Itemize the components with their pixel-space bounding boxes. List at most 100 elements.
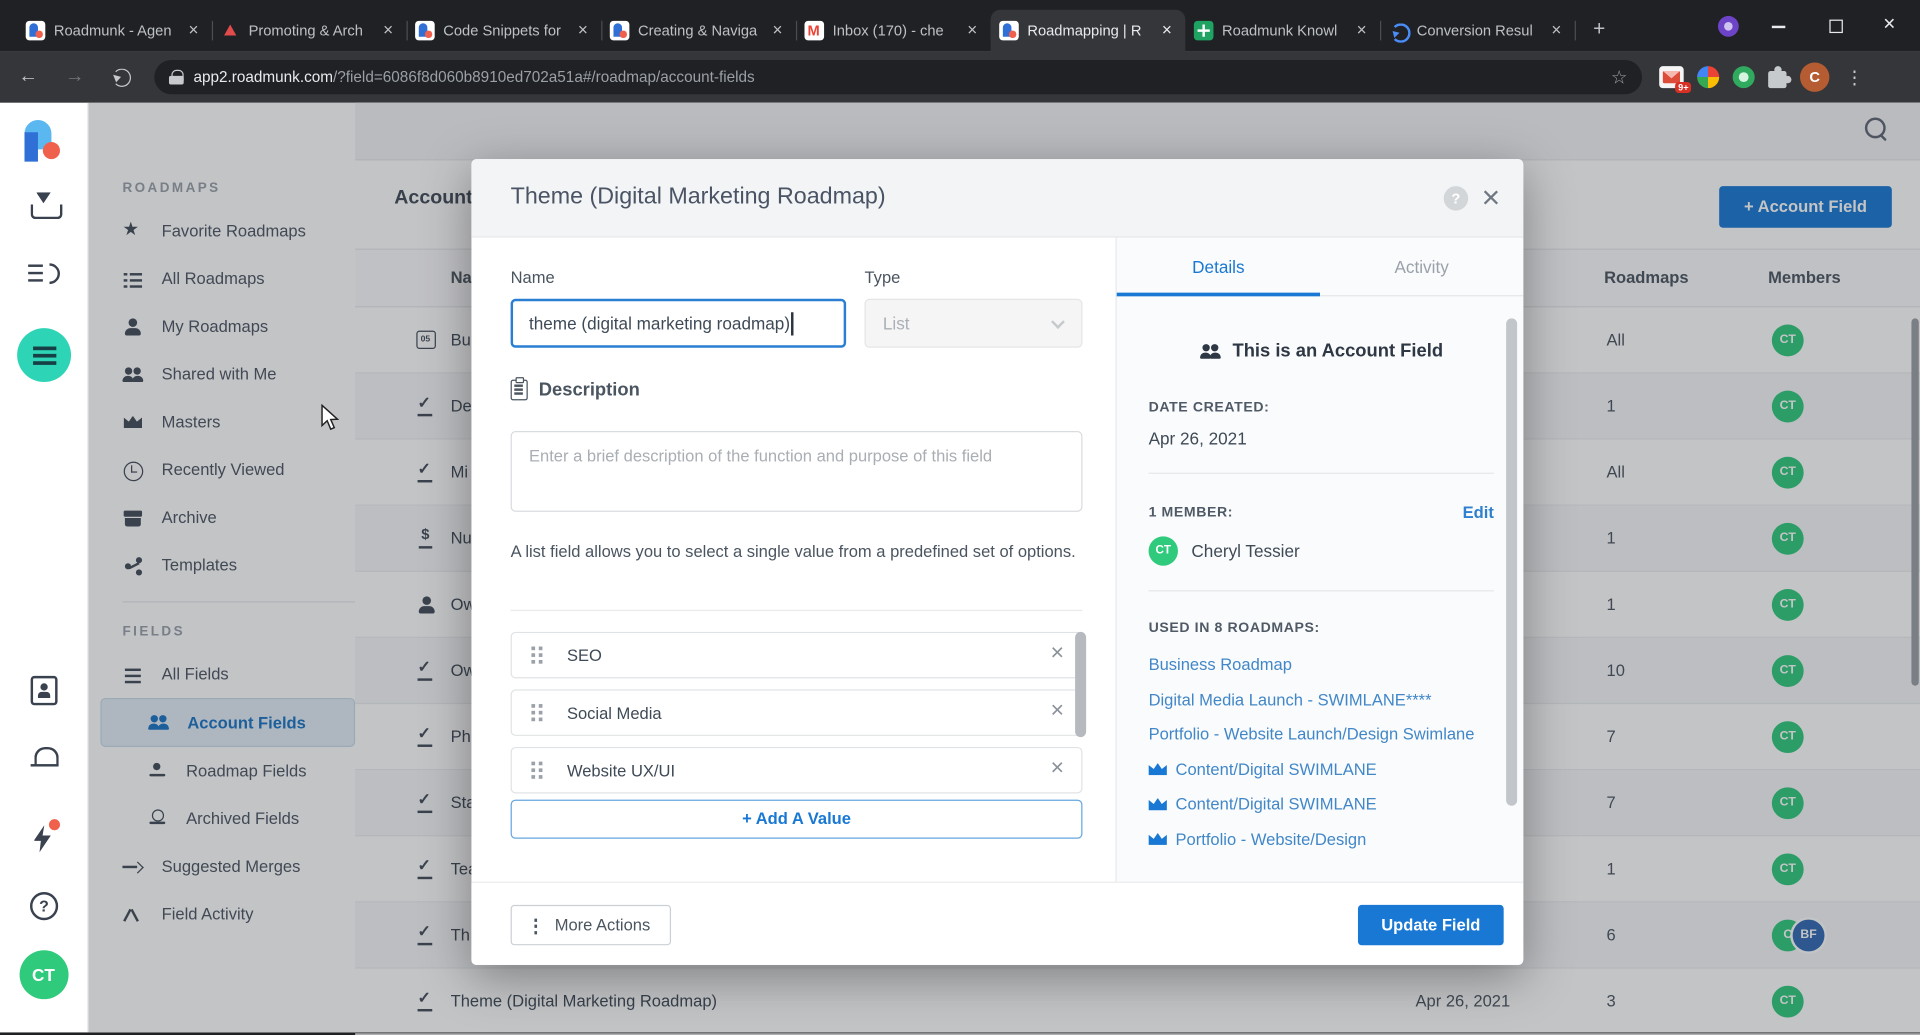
- description-textarea[interactable]: Enter a brief description of the functio…: [511, 431, 1083, 512]
- tab-close-icon[interactable]: [1352, 21, 1372, 41]
- member-name: Cheryl Tessier: [1191, 541, 1299, 561]
- account-field-icon: [1199, 341, 1220, 361]
- browser-tab[interactable]: Conversion Resul: [1380, 10, 1575, 52]
- type-select[interactable]: List: [864, 299, 1082, 348]
- browser-tab[interactable]: Promoting & Arch: [212, 10, 407, 52]
- roadmap-link-text: Portfolio - Website Launch/Design Swimla…: [1149, 718, 1475, 753]
- value-row[interactable]: SEO: [511, 632, 1083, 679]
- titlebar-status-icon[interactable]: [1718, 16, 1739, 37]
- roadmaps-nav-icon[interactable]: [17, 328, 71, 382]
- pinwheel-extension-icon[interactable]: [1697, 66, 1719, 88]
- modal-help-icon[interactable]: ?: [1444, 186, 1468, 210]
- browser-tab[interactable]: Inbox (170) - che: [796, 10, 991, 52]
- user-avatar[interactable]: CT: [19, 950, 68, 999]
- left-rail: CT: [0, 103, 88, 1032]
- tab-favicon: [610, 21, 630, 41]
- more-actions-icon: [527, 914, 545, 936]
- panel-scrollbar[interactable]: [1506, 318, 1517, 805]
- modal-close-icon[interactable]: [1482, 176, 1501, 218]
- value-list-scrollbar[interactable]: [1075, 632, 1086, 737]
- tab-favicon: [1389, 21, 1409, 41]
- roadmap-link[interactable]: Portfolio - Website Launch/Design Swimla…: [1149, 718, 1494, 753]
- description-label: Description: [539, 380, 640, 401]
- roadmunk-logo: [21, 118, 65, 165]
- member-header-row: 1 MEMBER: Edit: [1149, 503, 1494, 521]
- tab-close-icon[interactable]: [1157, 21, 1177, 41]
- divider: [1149, 473, 1494, 474]
- remove-value-icon[interactable]: [1050, 698, 1064, 725]
- roadmap-link[interactable]: Business Roadmap: [1149, 648, 1494, 683]
- minimize-button[interactable]: [1751, 0, 1807, 51]
- new-tab-button[interactable]: [1582, 13, 1616, 47]
- modal-header: Theme (Digital Marketing Roadmap) ?: [471, 159, 1523, 237]
- import-icon[interactable]: [29, 192, 58, 219]
- address-bar[interactable]: app2.roadmunk.com/?field=6086f8d060b8910…: [154, 60, 1642, 94]
- field-editor-modal: Theme (Digital Marketing Roadmap) ? Name…: [471, 159, 1523, 965]
- roadmap-link[interactable]: Digital Media Launch - SWIMLANE****: [1149, 683, 1494, 718]
- tab-close-icon[interactable]: [573, 21, 593, 41]
- drag-handle-icon[interactable]: [531, 647, 542, 664]
- browser-menu-icon[interactable]: [1845, 66, 1863, 88]
- tab-close-icon[interactable]: [184, 21, 204, 41]
- value-row[interactable]: Website UX/UI: [511, 747, 1083, 794]
- activity-bolt-icon[interactable]: [30, 823, 57, 852]
- extensions-puzzle-icon[interactable]: [1768, 70, 1786, 87]
- remove-value-icon[interactable]: [1050, 640, 1064, 667]
- name-input[interactable]: theme (digital marketing roadmap): [511, 299, 847, 348]
- roadmap-link-text: Business Roadmap: [1149, 648, 1292, 683]
- divider: [1149, 590, 1494, 591]
- description-header: Description: [511, 380, 640, 401]
- roadmap-link[interactable]: Content/Digital SWIMLANE: [1149, 787, 1494, 822]
- mail-extension-icon[interactable]: 9+: [1659, 66, 1683, 88]
- green-extension-icon[interactable]: [1733, 66, 1755, 88]
- help-icon[interactable]: [29, 892, 57, 920]
- details-panel: Details Activity This is an Account Fiel…: [1116, 238, 1524, 882]
- bookmark-star-icon[interactable]: [1611, 66, 1627, 88]
- forward-button[interactable]: →: [56, 59, 93, 96]
- extension-icons: 9+ C: [1659, 62, 1876, 91]
- back-button[interactable]: ←: [10, 59, 47, 96]
- update-field-button[interactable]: Update Field: [1358, 905, 1504, 945]
- chevron-down-icon: [1051, 315, 1065, 329]
- browser-tabs: Roadmunk - Agen Promoting & Arch Code Sn…: [17, 10, 1575, 52]
- tab-close-icon[interactable]: [962, 21, 982, 41]
- add-value-button[interactable]: + Add A Value: [511, 800, 1083, 839]
- tab-close-icon[interactable]: [768, 21, 788, 41]
- lock-icon: [169, 70, 184, 85]
- roadmap-link[interactable]: Content/Digital SWIMLANE: [1149, 752, 1494, 787]
- tab-close-icon[interactable]: [1547, 21, 1567, 41]
- close-window-button[interactable]: [1864, 0, 1920, 51]
- recent-list-icon[interactable]: [28, 261, 60, 288]
- more-actions-button[interactable]: More Actions: [511, 905, 671, 945]
- browser-tab[interactable]: Roadmunk - Agen: [17, 10, 212, 52]
- browser-tab[interactable]: Creating & Naviga: [601, 10, 796, 52]
- roadmap-link[interactable]: Portfolio - Website/Design: [1149, 822, 1494, 857]
- browser-titlebar: Roadmunk - Agen Promoting & Arch Code Sn…: [0, 0, 1920, 51]
- value-label: Website UX/UI: [567, 761, 675, 779]
- tab-favicon: [1194, 21, 1214, 41]
- tab-title: Roadmunk - Agen: [54, 22, 175, 39]
- browser-tab[interactable]: Roadmapping | R: [991, 10, 1186, 52]
- drag-handle-icon[interactable]: [531, 762, 542, 779]
- browser-profile-avatar[interactable]: C: [1800, 62, 1829, 91]
- tab-activity[interactable]: Activity: [1320, 238, 1523, 296]
- tab-close-icon[interactable]: [378, 21, 398, 41]
- notifications-bell-icon[interactable]: [30, 746, 57, 773]
- clipboard-icon: [511, 380, 528, 401]
- tab-title: Creating & Naviga: [638, 22, 759, 39]
- reload-button[interactable]: [103, 59, 140, 96]
- remove-value-icon[interactable]: [1050, 756, 1064, 783]
- edit-members-link[interactable]: Edit: [1463, 503, 1494, 521]
- tab-title: Conversion Resul: [1417, 22, 1538, 39]
- maximize-button[interactable]: [1807, 0, 1863, 51]
- browser-tab[interactable]: Code Snippets for: [407, 10, 602, 52]
- contacts-icon[interactable]: [30, 676, 57, 705]
- value-label: SEO: [567, 646, 602, 664]
- browser-tab[interactable]: Roadmunk Knowl: [1185, 10, 1380, 52]
- roadmap-link-text: Portfolio - Website/Design: [1176, 822, 1367, 857]
- drag-handle-icon[interactable]: [531, 704, 542, 721]
- tab-details[interactable]: Details: [1117, 238, 1320, 296]
- value-row[interactable]: Social Media: [511, 689, 1083, 736]
- panel-heading: This is an Account Field: [1149, 340, 1494, 361]
- tab-favicon: [999, 21, 1019, 41]
